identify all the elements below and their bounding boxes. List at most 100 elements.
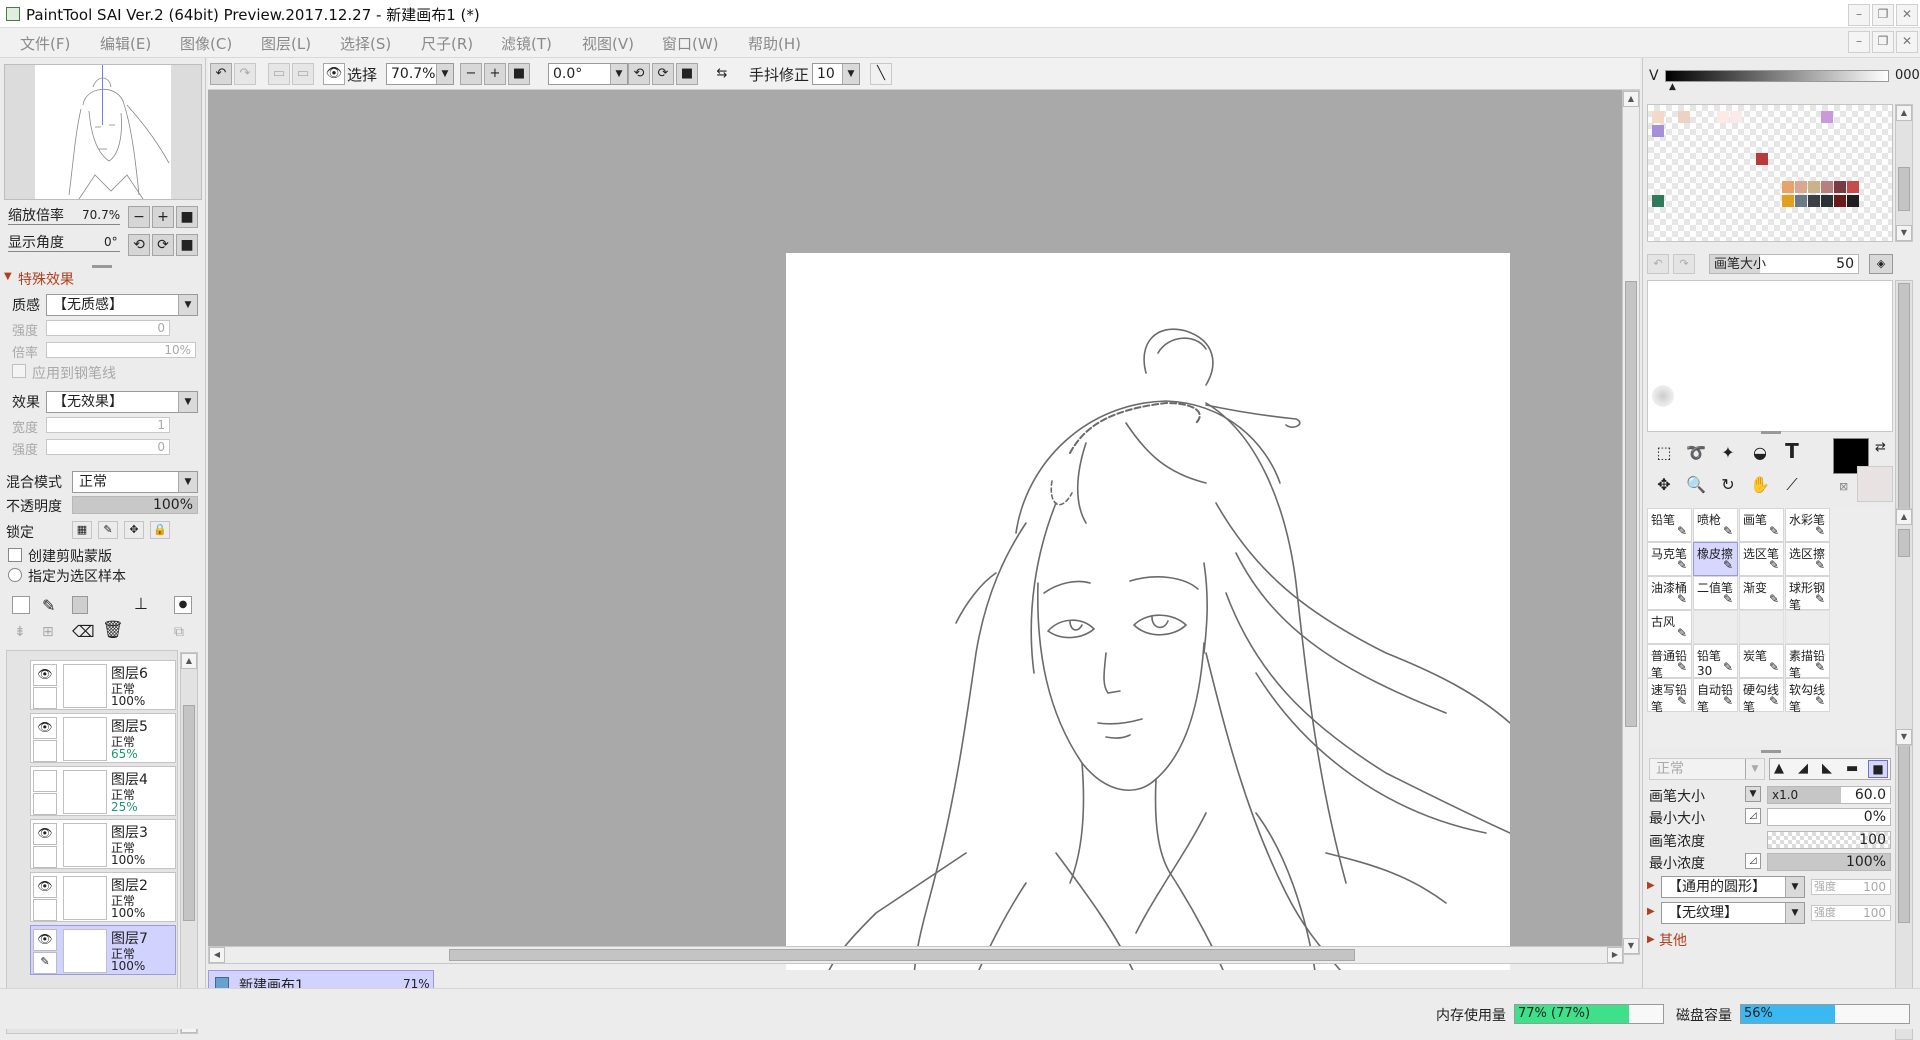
- layer-row[interactable]: 👁 图层3 正常 100%: [30, 819, 176, 869]
- menu-edit[interactable]: 编辑(E): [100, 33, 151, 54]
- brush-slot[interactable]: 硬勾线笔 ✎: [1739, 678, 1784, 714]
- brush-slot[interactable]: 水彩笔 ✎: [1785, 508, 1830, 542]
- scroll-left-icon[interactable]: ◀: [209, 947, 225, 963]
- splitter-handle[interactable]: [1761, 431, 1781, 434]
- swap-colors-icon[interactable]: ⇄: [1875, 440, 1886, 455]
- hand-icon[interactable]: ✋: [1747, 472, 1773, 498]
- layer-lock-slot[interactable]: [33, 740, 57, 762]
- texture-strength-slider[interactable]: 0: [46, 320, 170, 336]
- color-swatch[interactable]: [1834, 195, 1846, 207]
- brush-slot[interactable]: 炭笔 ✎: [1739, 644, 1784, 678]
- doc-restore-button[interactable]: ❐: [1872, 31, 1894, 53]
- brush-slot[interactable]: 普通铅笔 ✎: [1647, 644, 1692, 680]
- layer-scrollbar[interactable]: ▲ ▼: [180, 652, 198, 1034]
- transfer-down-icon[interactable]: ⊥: [134, 594, 148, 613]
- pressure-density-icon[interactable]: ◿: [1745, 853, 1761, 869]
- new-pen-layer-icon[interactable]: ✎: [42, 596, 55, 615]
- lock-paint-icon[interactable]: ✎: [98, 521, 118, 539]
- texture-dropdown[interactable]: 【无质感】 ▼: [46, 294, 198, 316]
- tip-shape-1-icon[interactable]: ▲: [1774, 761, 1784, 776]
- eye-icon[interactable]: 👁: [33, 929, 57, 951]
- layer-row[interactable]: 👁 图层2 正常 100%: [30, 872, 176, 922]
- menu-select[interactable]: 选择(S): [340, 33, 391, 54]
- layer-row[interactable]: 👁 图层6 正常 100%: [30, 660, 176, 710]
- brush-slot[interactable]: 铅笔 ✎: [1647, 508, 1692, 542]
- layer-lock-slot[interactable]: [33, 899, 57, 921]
- nav-rotate-right-button[interactable]: ⟳: [152, 234, 174, 256]
- new-mask-icon[interactable]: ●: [174, 596, 192, 614]
- nav-rotate-reset-button[interactable]: ■: [176, 234, 198, 256]
- brush-slot[interactable]: 二值笔 ✎: [1693, 576, 1738, 610]
- layer-lock-slot[interactable]: [33, 687, 57, 709]
- redo-button[interactable]: ↷: [234, 63, 256, 85]
- tip-shape-5-icon[interactable]: ■: [1868, 760, 1888, 778]
- scroll-up-icon[interactable]: ▲: [1896, 105, 1912, 121]
- brush-slot[interactable]: 油漆桶 ✎: [1647, 576, 1692, 610]
- scroll-up-icon[interactable]: ▲: [1896, 509, 1912, 525]
- shape-strength-slider[interactable]: 强度 100: [1811, 879, 1891, 895]
- undo-button[interactable]: ↶: [210, 63, 232, 85]
- splitter-handle[interactable]: [92, 265, 112, 268]
- tip-shape-3-icon[interactable]: ◣: [1822, 761, 1832, 776]
- brush-slot[interactable]: 渐变 ✎: [1739, 576, 1784, 610]
- effects-header[interactable]: 特殊效果: [18, 269, 74, 289]
- nav-zoom-reset-button[interactable]: ■: [176, 206, 198, 228]
- expand-icon[interactable]: ▶: [1647, 880, 1655, 891]
- selection-sample-checkbox[interactable]: [8, 568, 22, 582]
- brush-slot[interactable]: 软勾线笔 ✎: [1785, 678, 1830, 714]
- color-swatch[interactable]: [1808, 181, 1820, 193]
- deselect-button[interactable]: ▭: [268, 63, 290, 85]
- color-swatch[interactable]: [1652, 111, 1664, 123]
- color-swatch[interactable]: [1795, 195, 1807, 207]
- texture-strength-slider-right[interactable]: 强度 100: [1811, 905, 1891, 921]
- menu-filter[interactable]: 滤镜(T): [501, 33, 552, 54]
- expand-icon[interactable]: ▶: [1647, 906, 1655, 917]
- menu-layer[interactable]: 图层(L): [261, 33, 311, 54]
- color-swatch[interactable]: [1821, 195, 1833, 207]
- brush-slot-empty[interactable]: [1785, 610, 1830, 644]
- brush-slot[interactable]: 选区笔 ✎: [1739, 542, 1784, 576]
- mask-apply-icon[interactable]: ⧉: [174, 624, 184, 640]
- brush-slot[interactable]: 速写铅笔 ✎: [1647, 678, 1692, 714]
- brush-slot[interactable]: 选区擦 ✎: [1785, 542, 1830, 576]
- layer-row[interactable]: 👁 ✎ 图层7 正常 100%: [30, 925, 176, 975]
- pen-icon[interactable]: ✎: [33, 952, 57, 974]
- new-layer-icon[interactable]: [12, 596, 30, 614]
- move-icon[interactable]: ✥: [1651, 472, 1677, 498]
- lasso-icon[interactable]: ➰: [1683, 440, 1709, 466]
- brush-slot[interactable]: 铅笔30 ✎: [1693, 644, 1738, 678]
- shape-icon[interactable]: ◒: [1747, 440, 1773, 466]
- zoom-reset-button[interactable]: ■: [508, 63, 530, 85]
- color-swatch[interactable]: [1717, 111, 1729, 123]
- layer-lock-slot[interactable]: [33, 793, 57, 815]
- brush-size-slider[interactable]: x1.0 60.0: [1767, 786, 1891, 804]
- scroll-right-icon[interactable]: ▶: [1607, 947, 1623, 963]
- close-button[interactable]: ✕: [1896, 4, 1918, 26]
- transfer-icon[interactable]: ⇟: [14, 624, 26, 640]
- value-slider-handle-icon[interactable]: ▲: [1669, 82, 1676, 92]
- other-section[interactable]: 其他: [1659, 930, 1687, 950]
- trash-icon[interactable]: 🗑: [102, 620, 124, 640]
- text-tool-icon[interactable]: T: [1779, 438, 1805, 464]
- color-swatch[interactable]: [1782, 181, 1794, 193]
- layer-scroll-thumb[interactable]: [183, 705, 195, 921]
- clip-mask-checkbox[interactable]: [8, 548, 22, 562]
- density-slider[interactable]: 100: [1767, 831, 1891, 849]
- nav-zoom-out-button[interactable]: −: [128, 206, 150, 228]
- color-swatch[interactable]: [1678, 111, 1690, 123]
- effect-dropdown[interactable]: 【无效果】 ▼: [46, 391, 198, 413]
- merge-down-icon[interactable]: ⊞: [42, 624, 54, 640]
- nav-rotate-left-button[interactable]: ⟲: [128, 234, 150, 256]
- scroll-down-icon[interactable]: ▼: [1896, 225, 1912, 241]
- swatch-scrollbar[interactable]: ▲ ▼: [1895, 104, 1913, 242]
- background-color[interactable]: [1857, 466, 1893, 502]
- lock-transparency-icon[interactable]: ▦: [72, 521, 92, 539]
- texture-scale-slider[interactable]: 10%: [46, 342, 196, 358]
- value-slider[interactable]: [1665, 70, 1889, 82]
- menu-file[interactable]: 文件(F): [20, 33, 70, 54]
- color-swatch[interactable]: [1847, 195, 1859, 207]
- apply-pen-checkbox[interactable]: [12, 364, 26, 378]
- brush-texture-dropdown[interactable]: 【无纹理】 ▼: [1661, 902, 1805, 924]
- min-density-slider[interactable]: 100%: [1767, 853, 1891, 871]
- brush-slot-empty[interactable]: [1693, 610, 1738, 644]
